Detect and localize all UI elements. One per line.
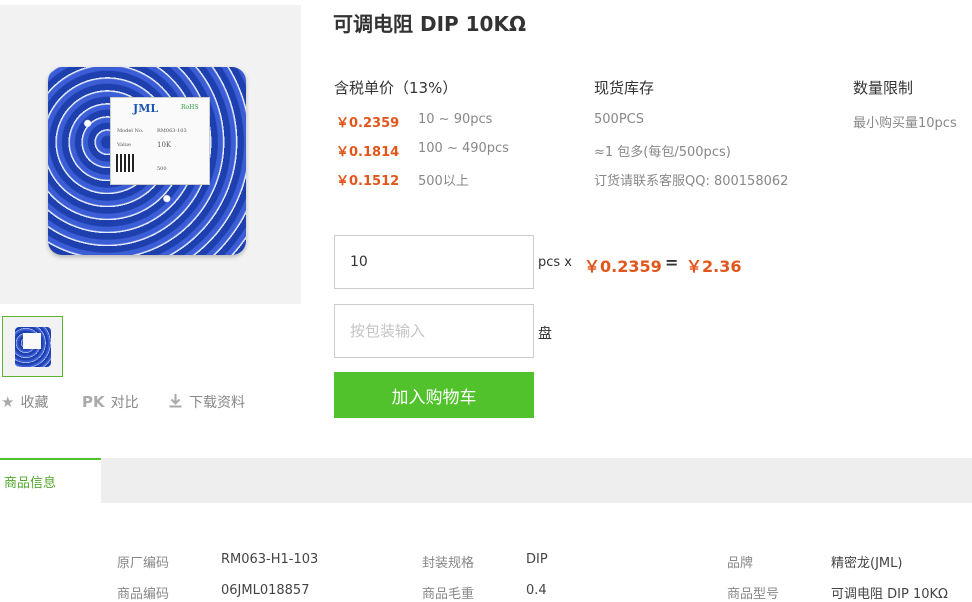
download-label: 下载资料 (189, 395, 245, 411)
price-header: 含税单价（13%） (334, 79, 458, 97)
label-value-key: Value (117, 142, 131, 148)
label-value: 10K (157, 141, 172, 149)
spec-key: 商品编码 (117, 587, 170, 602)
product-thumbnail[interactable] (2, 316, 63, 377)
spec-key: 品牌 (727, 556, 754, 571)
tier-range-2: 100 ~ 490pcs (418, 141, 509, 156)
spec-key: 原厂编码 (117, 556, 170, 571)
spec-value: 可调电阻 DIP 10KΩ (831, 587, 948, 602)
spec-key: 商品型号 (727, 587, 780, 602)
product-main-image: JML RoHS Model No. RM063-103 Value 10K 5… (0, 5, 301, 304)
favorite-action[interactable]: ★ 收藏 (1, 393, 48, 411)
label-model-key: Model No. (117, 128, 144, 134)
spec-key: 封装规格 (422, 556, 475, 571)
spec-value: 06JML018857 (221, 583, 310, 598)
stock-quantity: 500PCS (594, 112, 644, 127)
package-input[interactable] (334, 304, 534, 358)
add-to-cart-button[interactable]: 加入购物车 (334, 372, 534, 418)
compare-label: 对比 (110, 395, 139, 411)
tab-product-info[interactable]: 商品信息 (0, 458, 101, 503)
label-model: RM063-103 (157, 128, 187, 134)
spec-key: 商品毛重 (422, 587, 475, 602)
spec-value: DIP (526, 552, 548, 567)
pk-icon: PK (82, 393, 105, 411)
stock-package: ≈1 包多(每包/500pcs) (594, 145, 731, 160)
tier-price-3: ￥0.1512 (336, 174, 400, 189)
package-unit: 盘 (538, 326, 552, 342)
label-qty: 500 (157, 166, 167, 172)
download-action[interactable]: 下载资料 (168, 393, 245, 411)
spec-value: 精密龙(JML) (831, 556, 903, 571)
spec-value: 0.4 (526, 583, 547, 598)
tier-range-3: 500以上 (418, 174, 469, 189)
limit-header: 数量限制 (853, 79, 914, 97)
equals-sign: = (665, 253, 679, 272)
quantity-input[interactable] (334, 235, 534, 289)
thumbnail-label (23, 333, 41, 349)
quantity-unit: pcs x (538, 255, 572, 270)
download-icon (168, 393, 183, 412)
stock-header: 现货库存 (594, 79, 655, 97)
tier-price-1: ￥0.2359 (336, 116, 400, 131)
limit-min: 最小购买量10pcs (853, 116, 957, 131)
spec-value: RM063-H1-103 (221, 552, 319, 567)
tab-bar (0, 458, 972, 503)
star-icon: ★ (1, 393, 15, 411)
tier-price-2: ￥0.1814 (336, 145, 400, 160)
stock-contact: 订货请联系客服QQ: 800158062 (594, 174, 789, 189)
favorite-label: 收藏 (20, 395, 49, 411)
product-title: 可调电阻 DIP 10KΩ (333, 12, 526, 36)
total-price: ￥2.36 (686, 257, 742, 276)
tier-range-1: 10 ~ 90pcs (418, 112, 493, 127)
rohs-mark: RoHS (181, 104, 199, 111)
product-bag-label: JML RoHS Model No. RM063-103 Value 10K 5… (110, 97, 210, 185)
compare-action[interactable]: PK 对比 (82, 393, 139, 411)
unit-price: ￥0.2359 (584, 257, 662, 276)
brand-logo: JML (133, 102, 159, 115)
qr-code (116, 154, 134, 172)
product-bag-image: JML RoHS Model No. RM063-103 Value 10K 5… (48, 67, 246, 255)
